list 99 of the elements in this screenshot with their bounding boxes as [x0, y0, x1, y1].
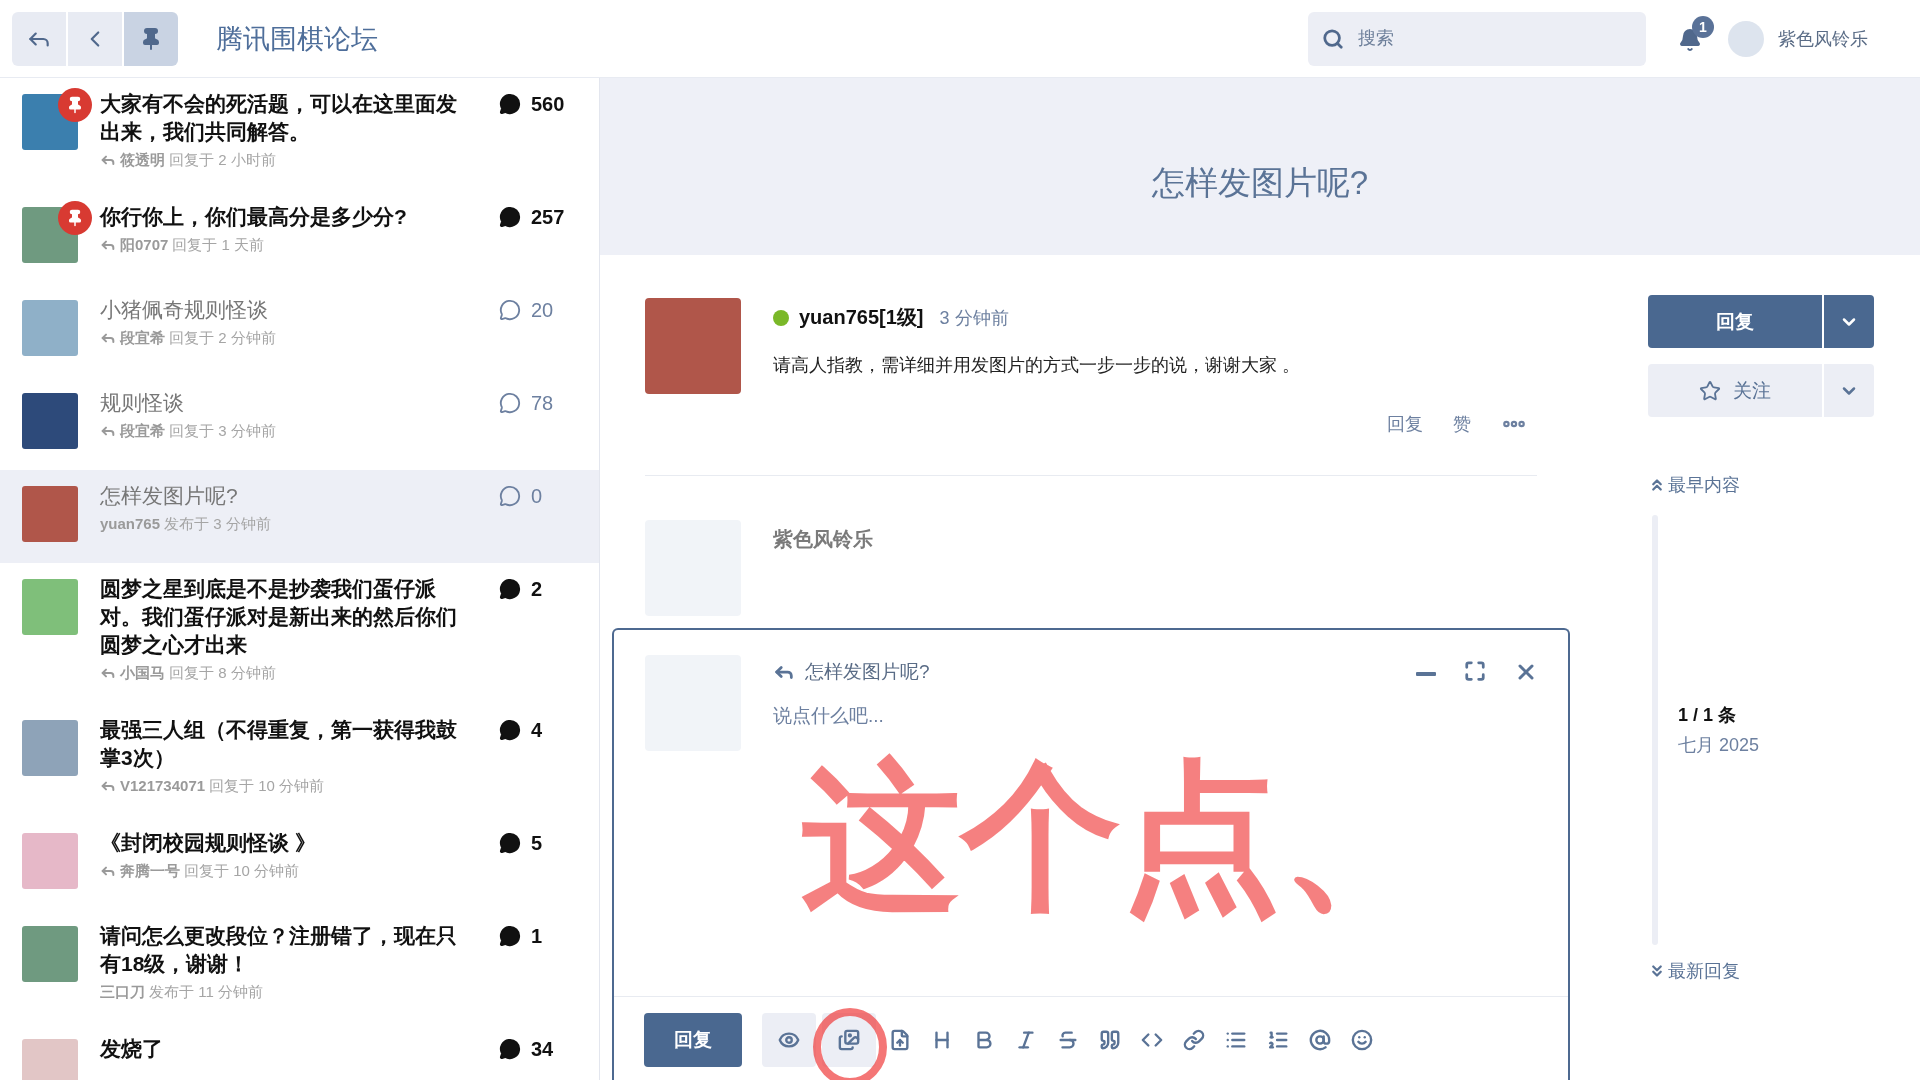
post-time: 回复于 10 分钟前 — [184, 861, 300, 881]
star-icon — [1699, 379, 1721, 402]
discussion-title: 怎样发图片呢? — [1151, 163, 1369, 203]
handwritten-annotation: 这个点、 — [800, 742, 1442, 932]
post-time: 回复于 10 分钟前 — [209, 776, 325, 796]
post-time[interactable]: 3 分钟前 — [939, 305, 1009, 330]
eye-button[interactable] — [762, 1012, 816, 1067]
discussion-item[interactable]: 怎样发图片呢? yuan765 发布于 3 分钟前 0 — [0, 470, 599, 563]
discussion-title[interactable]: 怎样发图片呢? — [100, 482, 474, 510]
pin-icon — [66, 209, 84, 227]
post-time: 发布于 3 分钟前 — [164, 514, 271, 534]
search-field[interactable]: 搜索 — [1308, 11, 1646, 66]
search-input[interactable]: 搜索 — [1356, 27, 1606, 50]
author-name[interactable]: 小国马 — [120, 663, 165, 683]
reply-button[interactable]: 回复 — [1648, 295, 1822, 348]
photo-placeholder — [22, 926, 78, 982]
user-menu-button[interactable]: 紫色风铃乐 — [1728, 20, 1868, 57]
italic-icon — [1015, 1028, 1037, 1051]
composer-title: 怎样发图片呢? — [805, 660, 930, 684]
fullscreen-button[interactable] — [1464, 660, 1486, 684]
post-body: 请高人指教，需详细并用发图片的方式一步一步的说，谢谢大家 。 — [773, 354, 1301, 377]
photo-placeholder — [22, 833, 78, 889]
reply-count: 4 — [531, 719, 543, 742]
back-button[interactable] — [12, 11, 66, 66]
author-name[interactable]: 三口刀 — [100, 982, 145, 1002]
author-name[interactable]: 段宜希 — [120, 328, 165, 348]
follow-button[interactable]: 关注 — [1648, 364, 1822, 417]
bell-icon — [1678, 28, 1702, 52]
at-sign-icon — [1309, 1028, 1331, 1051]
submit-reply-button[interactable]: 回复 — [644, 1012, 742, 1067]
minimize-icon — [1416, 672, 1436, 676]
comment-bubble-icon — [499, 299, 521, 321]
comment-bubble-icon — [499, 832, 521, 854]
photo-placeholder — [22, 393, 78, 449]
smiley-icon — [1351, 1028, 1373, 1051]
link-icon — [1183, 1028, 1205, 1051]
post-action-button[interactable]: 回复 — [1387, 412, 1423, 436]
reply-count: 2 — [531, 578, 543, 601]
reply-count: 5 — [531, 832, 543, 855]
comment-bubble-icon — [499, 392, 521, 414]
latest-link[interactable]: 最新回复 — [1648, 959, 1874, 983]
file-upload-icon — [889, 1028, 911, 1051]
discussion-title[interactable]: 规则怪谈 — [100, 389, 474, 417]
photo-placeholder — [22, 579, 78, 635]
image-icon — [838, 1028, 860, 1051]
author-name[interactable]: V121734071 — [120, 776, 206, 796]
post-time: 发布于 11 分钟前 — [149, 982, 263, 1002]
comment-bubble-icon — [499, 925, 521, 947]
discussion-title[interactable]: 你行你上，你们最高分是多少分? — [100, 203, 474, 231]
post-date: 七月 2025 — [1678, 734, 1760, 757]
fullscreen-icon — [1464, 660, 1486, 682]
forum-title[interactable]: 腾讯围棋论坛 — [216, 20, 378, 57]
post-position: 1 / 1 条 — [1678, 704, 1738, 727]
reply-count: 1 — [531, 925, 543, 948]
author-name[interactable]: 筱透明 — [120, 150, 165, 170]
discussion-title[interactable]: 《封闭校园规则怪谈 》 — [100, 829, 474, 857]
post-action-button[interactable]: 赞 — [1453, 412, 1471, 436]
comment-bubble-icon — [499, 93, 521, 115]
discussion-title[interactable]: 请问怎么更改段位？注册错了，现在只有18级，谢谢！ — [100, 922, 474, 978]
pin-icon — [66, 96, 84, 114]
photo-placeholder — [22, 300, 78, 356]
reply-count: 257 — [531, 206, 565, 229]
post-time: 回复于 2 分钟前 — [169, 328, 276, 348]
photo-placeholder — [22, 1039, 78, 1080]
post-time: 回复于 3 分钟前 — [169, 421, 276, 441]
pin-button[interactable] — [124, 11, 178, 66]
reply-count: 78 — [531, 392, 554, 415]
author-name[interactable]: 段宜希 — [120, 421, 165, 441]
post-time: 回复于 2 小时前 — [169, 150, 276, 170]
discussion-title[interactable]: 大家有不会的死活题，可以在这里面发出来，我们共同解答。 — [100, 90, 474, 146]
typing-user-name: 紫色风铃乐 — [773, 527, 873, 552]
post-time: 回复于 1 天前 — [172, 235, 265, 255]
comment-bubble-icon — [499, 1038, 521, 1060]
photo-placeholder — [22, 486, 78, 542]
reply-count: 20 — [531, 299, 554, 322]
discussion-title[interactable]: 圆梦之星到底是不是抄袭我们蛋仔派对。我们蛋仔派对是新出来的然后你们圆梦之心才出来 — [100, 575, 474, 659]
author-name[interactable]: 阳0707 — [120, 235, 169, 255]
search-icon — [1322, 27, 1344, 50]
avatar-placeholder — [1728, 20, 1764, 57]
reply-count: 560 — [531, 93, 565, 116]
author-name[interactable]: 奔腾一号 — [120, 861, 180, 881]
comment-bubble-icon — [499, 578, 521, 600]
comment-bubble-icon — [499, 719, 521, 741]
numbered-list-icon — [1267, 1028, 1289, 1051]
post-time: 回复于 8 分钟前 — [169, 663, 276, 683]
earliest-link[interactable]: 最早内容 — [1648, 473, 1874, 497]
reply-count: 34 — [531, 1038, 554, 1061]
photo-placeholder — [22, 720, 78, 776]
discussion-title[interactable]: 最强三人组（不得重复，第一获得我鼓掌3次） — [100, 716, 474, 772]
notifications-button[interactable]: 1 — [1672, 16, 1714, 61]
comment-bubble-icon — [499, 485, 521, 507]
quote-icon — [1099, 1028, 1121, 1051]
reply-count: 0 — [531, 485, 543, 508]
author-name[interactable]: yuan765[1级] — [799, 304, 924, 331]
comment-bubble-icon — [499, 206, 521, 228]
discussion-title[interactable]: 小猪佩奇规则怪谈 — [100, 296, 474, 324]
notification-count: 1 — [1692, 16, 1714, 38]
strikethrough-icon — [1057, 1028, 1079, 1051]
discussion-title[interactable]: 发烧了 — [100, 1035, 474, 1063]
